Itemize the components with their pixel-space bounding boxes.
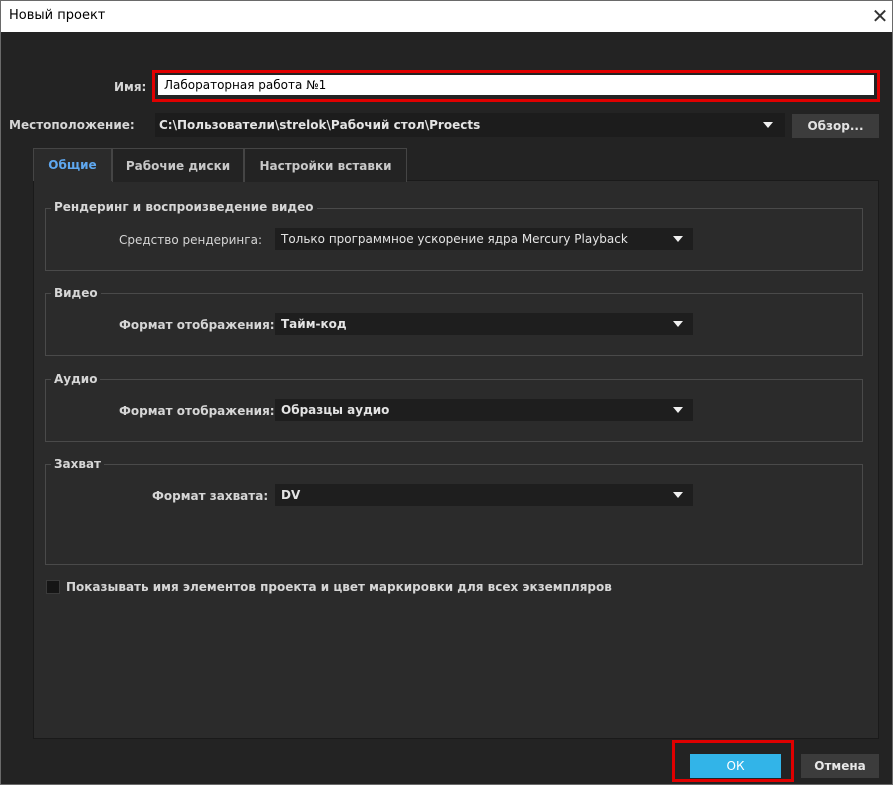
capture-format-value: DV <box>281 488 301 502</box>
audio-format-label: Формат отображения: <box>119 404 275 418</box>
tab-ingest-settings[interactable]: Настройки вставки <box>244 148 407 182</box>
cancel-button[interactable]: Отмена <box>801 754 879 778</box>
location-value: C:\Пользователи\strelok\Рабочий стол\Pro… <box>159 118 481 132</box>
renderer-value: Только программное ускорение ядра Mercur… <box>281 232 628 246</box>
video-group-title: Видео <box>51 286 101 300</box>
show-names-checkbox[interactable] <box>46 580 60 594</box>
tab-scratch-disks[interactable]: Рабочие диски <box>112 148 244 182</box>
name-highlight-box <box>152 70 880 102</box>
window-title: Новый проект <box>9 8 106 23</box>
capture-format-label: Формат захвата: <box>152 489 269 503</box>
video-format-dropdown[interactable]: Тайм-код <box>275 313 693 335</box>
audio-format-dropdown[interactable]: Образцы аудио <box>275 399 693 421</box>
rendering-group-title: Рендеринг и воспроизведение видео <box>51 200 317 214</box>
show-names-label: Показывать имя элементов проекта и цвет … <box>66 580 612 594</box>
chevron-down-icon <box>763 122 773 128</box>
ok-highlight-box <box>672 740 794 782</box>
capture-format-dropdown[interactable]: DV <box>275 484 693 506</box>
audio-format-value: Образцы аудио <box>281 403 390 417</box>
capture-group-title: Захват <box>51 457 105 471</box>
tab-general[interactable]: Общие <box>33 148 112 181</box>
close-icon[interactable]: ✕ <box>868 3 892 29</box>
capture-group <box>45 464 863 565</box>
browse-button[interactable]: Обзор... <box>792 114 879 138</box>
chevron-down-icon <box>673 407 683 413</box>
video-format-label: Формат отображения: <box>119 318 275 332</box>
audio-group-title: Аудио <box>51 372 101 386</box>
renderer-dropdown[interactable]: Только программное ускорение ядра Mercur… <box>275 228 693 250</box>
title-bar <box>0 0 893 32</box>
name-label: Имя: <box>114 80 147 94</box>
location-dropdown[interactable]: C:\Пользователи\strelok\Рабочий стол\Pro… <box>155 113 785 137</box>
location-label: Местоположение: <box>9 118 135 132</box>
chevron-down-icon <box>673 236 683 242</box>
chevron-down-icon <box>673 321 683 327</box>
renderer-label: Средство рендеринга: <box>119 233 262 247</box>
chevron-down-icon <box>673 492 683 498</box>
video-format-value: Тайм-код <box>281 317 347 331</box>
